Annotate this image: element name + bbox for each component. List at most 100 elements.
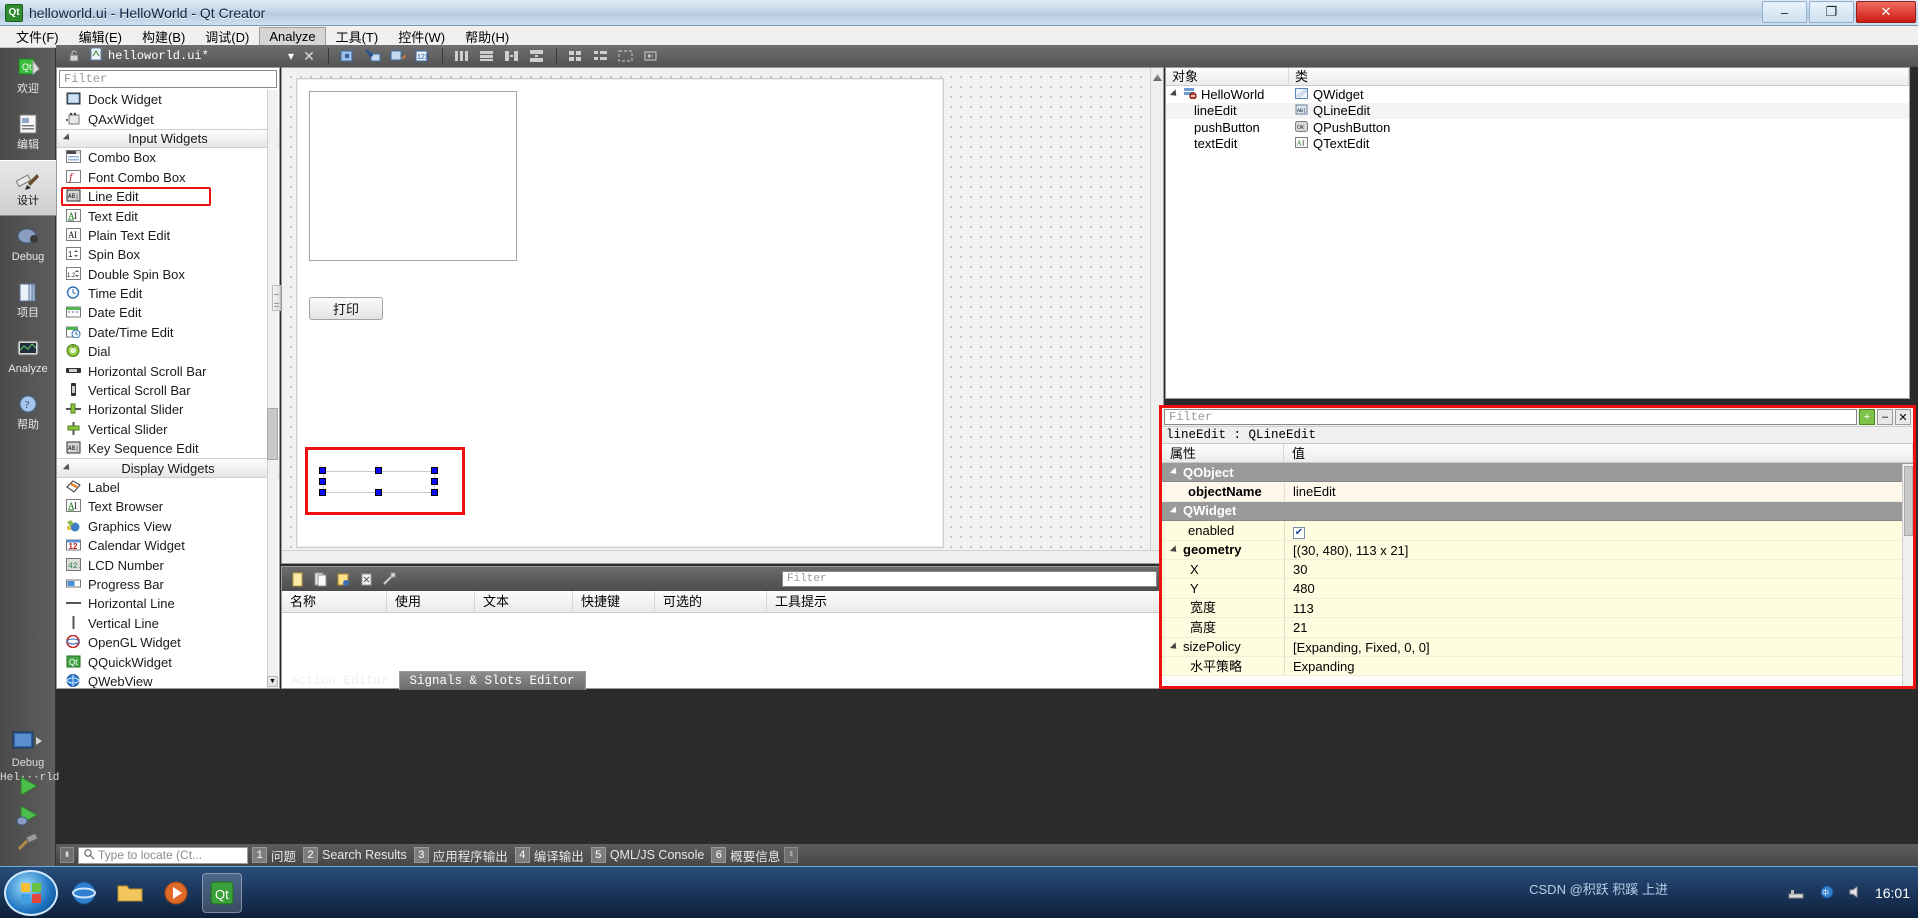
property-editor-scroll-thumb[interactable] <box>1904 466 1913 536</box>
widget-box-splitter-handle[interactable] <box>272 285 281 311</box>
mode-edit[interactable]: 编辑 <box>0 104 56 160</box>
mode-help[interactable]: ? 帮助 <box>0 384 56 440</box>
close-button[interactable]: ✕ <box>1856 1 1916 23</box>
layout-split-vertical-tool[interactable] <box>527 47 547 65</box>
enabled-checkbox[interactable]: ✔ <box>1293 527 1305 540</box>
action-editor-filter[interactable]: Filter <box>782 571 1157 587</box>
locator-input[interactable]: Type to locate (Ct... <box>78 846 248 864</box>
widget-item-double-spin-box[interactable]: 1.2 Double Spin Box <box>57 265 279 284</box>
expand-triangle-icon[interactable] <box>1169 89 1180 99</box>
property-row[interactable]: enabled ✔ <box>1162 521 1913 541</box>
layout-split-horizontal-tool[interactable] <box>502 47 522 65</box>
widget-item-horizontal-scroll-bar[interactable]: Horizontal Scroll Bar <box>57 361 279 380</box>
close-icon[interactable]: ✕ <box>1895 409 1911 425</box>
property-row[interactable]: objectName lineEdit <box>1162 482 1913 502</box>
tab-action-editor[interactable]: Action Editor <box>281 672 399 690</box>
property-row[interactable]: X 30 <box>1162 559 1913 580</box>
property-row[interactable]: sizePolicy [Expanding, Fixed, 0, 0] <box>1162 637 1913 657</box>
action-col-name[interactable]: 名称 <box>282 590 387 613</box>
property-row[interactable]: 宽度 113 <box>1162 598 1913 619</box>
widget-item-combo-box[interactable]: Combo Box <box>57 148 279 167</box>
output-pane-toggle[interactable]: ▮ <box>60 847 74 863</box>
output-pane-1[interactable]: 1 问题 <box>252 846 296 865</box>
push-button-widget[interactable]: 打印 <box>309 297 383 320</box>
adjust-size-tool[interactable] <box>641 47 661 65</box>
object-inspector-row[interactable]: lineEdit AB| QLineEdit <box>1166 102 1909 119</box>
widget-item-date-edit[interactable]: Date Edit <box>57 303 279 322</box>
property-editor-filter[interactable]: Filter <box>1164 409 1857 425</box>
new-action-icon[interactable] <box>290 572 305 587</box>
action-col-text[interactable]: 文本 <box>475 590 573 613</box>
widget-item-opengl-widget[interactable]: OpenGL Widget <box>57 633 279 652</box>
resize-handle-bl[interactable] <box>319 489 326 496</box>
media-player-icon[interactable] <box>156 873 196 913</box>
widget-item-spin-box[interactable]: 1 Spin Box <box>57 245 279 264</box>
widget-item-progress-bar[interactable]: Progress Bar <box>57 575 279 594</box>
property-col-name[interactable]: 属性 <box>1162 443 1284 463</box>
output-pane-2[interactable]: 2 Search Results <box>303 847 407 863</box>
object-inspector-row[interactable]: textEdit A I QTextEdit <box>1166 136 1909 153</box>
widget-item-dock-widget[interactable]: Dock Widget <box>57 90 279 109</box>
widget-group-header[interactable]: Input Widgets <box>57 128 279 149</box>
mode-projects[interactable]: 项目 <box>0 272 56 328</box>
unlocked-icon[interactable] <box>64 47 84 65</box>
property-row[interactable]: QWidget <box>1162 501 1913 522</box>
expand-triangle-icon[interactable] <box>1169 545 1180 555</box>
resize-handle-tr[interactable] <box>431 467 438 474</box>
mode-design[interactable]: 设计 <box>0 160 56 216</box>
minus-icon[interactable]: – <box>1877 409 1893 425</box>
debug-play-icon[interactable] <box>13 802 43 831</box>
mode-analyze[interactable]: Analyze <box>0 328 56 384</box>
widget-item-date-time-edit[interactable]: Date/Time Edit <box>57 323 279 342</box>
canvas-scroll-up-arrow[interactable] <box>1153 74 1162 81</box>
widget-item-text-edit[interactable]: A I Text Edit <box>57 206 279 225</box>
property-row[interactable]: geometry [(30, 480), 113 x 21] <box>1162 540 1913 560</box>
mode-debug[interactable]: Debug <box>0 216 56 272</box>
expand-triangle-icon[interactable] <box>1169 506 1180 516</box>
action-col-shortcut[interactable]: 快捷键 <box>573 590 655 613</box>
object-col-object[interactable]: 对象 <box>1166 68 1289 86</box>
edit-tab-order-tool[interactable]: 123 <box>413 47 433 65</box>
ie-browser-icon[interactable] <box>64 873 104 913</box>
form-root-widget[interactable]: 打印 <box>296 78 944 548</box>
mode-welcome[interactable]: Qt 欢迎 <box>0 48 56 104</box>
break-layout-tool[interactable] <box>616 47 636 65</box>
network-icon[interactable] <box>1787 884 1807 903</box>
delete-action-icon[interactable] <box>359 572 374 587</box>
layout-vertically-tool[interactable] <box>477 47 497 65</box>
chevron-down-icon[interactable]: ▾ <box>288 49 294 64</box>
build-hammer-icon[interactable] <box>13 831 43 860</box>
resize-handle-tc[interactable] <box>375 467 382 474</box>
canvas-horizontal-scrollbar[interactable] <box>282 550 1163 563</box>
widget-item-qaxwidget[interactable]: QAxWidget <box>57 109 279 128</box>
volume-icon[interactable] <box>1847 884 1865 903</box>
output-pane-arrows[interactable]: ⇕ <box>784 847 799 863</box>
widget-item-plain-text-edit[interactable]: A I Plain Text Edit <box>57 226 279 245</box>
widget-item-label[interactable]: Label <box>57 478 279 497</box>
widget-item-time-edit[interactable]: Time Edit <box>57 284 279 303</box>
form-canvas[interactable]: 打印 <box>281 67 1164 564</box>
layout-form-tool[interactable] <box>591 47 611 65</box>
widget-item-horizontal-slider[interactable]: Horizontal Slider <box>57 400 279 419</box>
widget-item-lcd-number[interactable]: 42. LCD Number <box>57 555 279 574</box>
widget-item-qwebview[interactable]: QWebView <box>57 672 279 688</box>
widget-item-key-sequence-edit[interactable]: AB| Key Sequence Edit <box>57 439 279 458</box>
property-row[interactable]: 高度 21 <box>1162 618 1913 638</box>
menu-analyze[interactable]: Analyze <box>259 27 326 46</box>
object-inspector-row[interactable]: pushButton OK QPushButton <box>1166 119 1909 136</box>
output-pane-5[interactable]: 5 QML/JS Console <box>590 847 704 863</box>
folder-explorer-icon[interactable] <box>110 873 150 913</box>
widget-item-vertical-slider[interactable]: Vertical Slider <box>57 420 279 439</box>
object-inspector-row[interactable]: HelloWorld QWidget <box>1166 86 1909 103</box>
edit-action-icon[interactable] <box>336 572 351 587</box>
output-pane-3[interactable]: 3 应用程序输出 <box>413 846 508 865</box>
plus-icon[interactable]: + <box>1859 409 1875 425</box>
widget-box-scroll-down[interactable]: ▼ <box>267 676 278 687</box>
layout-horizontally-tool[interactable] <box>452 47 472 65</box>
open-file-combo[interactable]: helloworld.ui* ▾ <box>89 47 294 65</box>
taskbar-clock[interactable]: 16:01 <box>1875 885 1910 902</box>
widget-item-calendar-widget[interactable]: 12 Calendar Widget <box>57 536 279 555</box>
qt-creator-icon[interactable]: Qt <box>202 872 242 913</box>
maximize-button[interactable]: ❐ <box>1809 1 1854 23</box>
resize-handle-br[interactable] <box>431 489 438 496</box>
